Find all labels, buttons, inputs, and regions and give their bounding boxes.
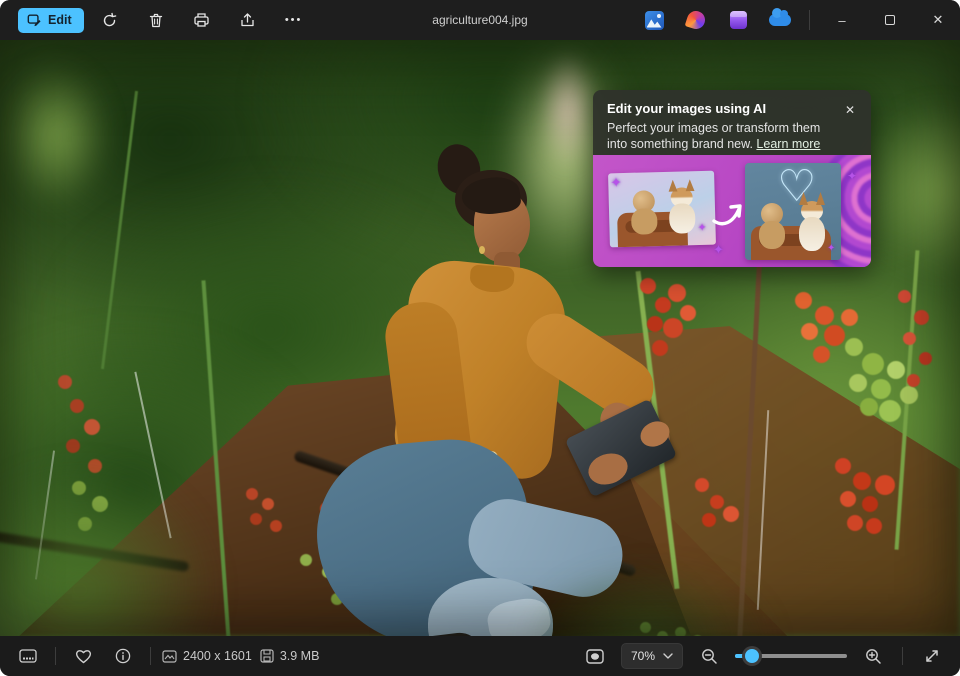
titlebar: Edit ••• agriculture004.jpg: [0, 0, 960, 40]
rotate-icon: [101, 12, 118, 29]
promo-before-photo: ✦ ✦: [608, 171, 716, 248]
file-size: 3.9 MB: [260, 649, 320, 663]
designer-app-icon: [685, 9, 708, 32]
zoom-out-icon: [701, 648, 718, 665]
statusbar-left: 2400 x 1601 3.9 MB: [0, 641, 319, 671]
more-options-button[interactable]: •••: [274, 3, 314, 37]
filmstrip-icon: [19, 649, 37, 663]
zoom-slider[interactable]: [735, 649, 847, 663]
photos-gallery-button[interactable]: [635, 3, 673, 37]
fit-to-window-button[interactable]: [579, 641, 611, 671]
statusbar-divider: [150, 647, 151, 665]
promo-after-photo: ♡ ✦: [745, 163, 841, 260]
zoom-slider-thumb[interactable]: [745, 649, 759, 663]
ai-flyout-close-button[interactable]: ✕: [839, 99, 861, 121]
designer-button[interactable]: [677, 3, 715, 37]
zoom-out-button[interactable]: [693, 641, 725, 671]
ai-flyout-body: Perfect your images or transform them in…: [607, 120, 843, 152]
photos-app-icon: [645, 11, 664, 30]
puppy-body: [631, 208, 658, 235]
statusbar-divider: [55, 647, 56, 665]
filesize-value: 3.9 MB: [280, 649, 320, 663]
share-button[interactable]: [228, 3, 268, 37]
edit-button-label: Edit: [48, 13, 72, 27]
print-button[interactable]: [182, 3, 222, 37]
chevron-down-icon: [663, 653, 673, 659]
trash-icon: [148, 12, 164, 29]
zoom-level-dropdown[interactable]: 70%: [621, 643, 683, 669]
onedrive-button[interactable]: [761, 3, 799, 37]
ai-edit-flyout: Edit your images using AI Perfect your i…: [593, 90, 871, 267]
transform-arrow-icon: [711, 199, 745, 229]
titlebar-right: – ✕: [635, 0, 960, 40]
sparkle-icon: ✦: [713, 243, 724, 258]
sparkle-icon: ✦: [827, 243, 835, 254]
zoom-in-button[interactable]: [857, 641, 889, 671]
storage-icon: [260, 649, 274, 663]
photos-app-window: Edit ••• agriculture004.jpg: [0, 0, 960, 676]
close-button[interactable]: ✕: [916, 0, 960, 40]
image-dimensions: 2400 x 1601: [162, 649, 252, 663]
more-options-icon: •••: [285, 14, 303, 26]
dimensions-value: 2400 x 1601: [183, 649, 252, 663]
onedrive-cloud-icon: [769, 14, 791, 26]
puppy-body: [669, 203, 696, 234]
promo-puppy-doodle: [631, 190, 658, 235]
titlebar-divider: [809, 10, 810, 30]
promo-puppy-corgi: [797, 197, 827, 253]
promo-puppy-doodle: [759, 203, 785, 251]
sparkle-icon: ✦: [697, 221, 707, 234]
clipchamp-button[interactable]: [719, 3, 757, 37]
clipchamp-app-icon: [730, 11, 747, 29]
maximize-button[interactable]: [868, 0, 912, 40]
maximize-icon: [885, 15, 895, 25]
rotate-button[interactable]: [90, 3, 130, 37]
print-icon: [193, 12, 210, 28]
promo-puppy-corgi: [666, 183, 697, 234]
puppy-body: [759, 221, 785, 249]
statusbar-right: 70%: [579, 641, 960, 671]
fit-to-window-icon: [586, 649, 604, 664]
zoom-in-icon: [865, 648, 882, 665]
ai-promo-image[interactable]: ✦ ✦ ♡: [593, 155, 871, 267]
statusbar: 2400 x 1601 3.9 MB 70%: [0, 636, 960, 676]
heart-icon: [75, 649, 92, 664]
edit-button[interactable]: Edit: [18, 8, 84, 33]
photo-viewer[interactable]: Edit your images using AI Perfect your i…: [0, 40, 960, 636]
file-info-button[interactable]: [107, 641, 139, 671]
statusbar-divider: [902, 647, 903, 665]
zoom-level-value: 70%: [631, 649, 655, 663]
ai-flyout-title: Edit your images using AI: [607, 101, 857, 116]
fullscreen-icon: [924, 648, 940, 664]
learn-more-link[interactable]: Learn more: [756, 137, 820, 151]
ai-flyout-close-icon: ✕: [845, 103, 855, 117]
image-size-icon: [162, 650, 177, 663]
filmstrip-toggle-button[interactable]: [12, 641, 44, 671]
fullscreen-button[interactable]: [916, 641, 948, 671]
favorite-button[interactable]: [67, 641, 99, 671]
delete-button[interactable]: [136, 3, 176, 37]
puppy-ear: [685, 179, 694, 191]
ai-flyout-header: Edit your images using AI Perfect your i…: [593, 90, 871, 152]
minimize-icon: –: [838, 13, 845, 28]
sparkle-icon: ✦: [610, 175, 622, 191]
toolbar-left: Edit •••: [0, 3, 314, 37]
share-icon: [239, 12, 256, 28]
sparkle-icon: ✦: [847, 169, 857, 183]
puppy-body: [799, 217, 825, 251]
minimize-button[interactable]: –: [820, 0, 864, 40]
close-icon: ✕: [933, 12, 944, 28]
info-icon: [115, 648, 131, 664]
puppy-ear: [668, 180, 677, 192]
edit-image-icon: [27, 13, 41, 27]
puppy-ear: [816, 192, 825, 205]
